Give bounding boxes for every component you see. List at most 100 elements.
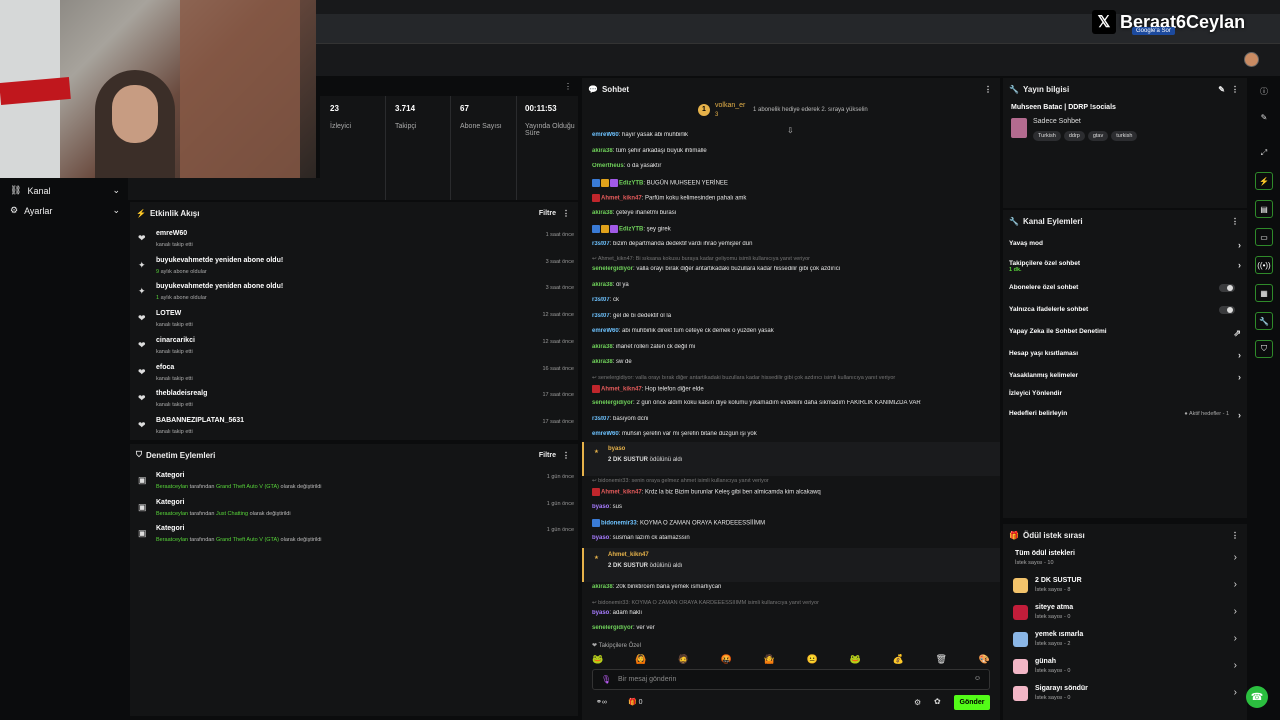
chat-username[interactable]: EdizYTB [619, 180, 643, 186]
chat-username[interactable]: akira38 [592, 344, 613, 350]
chat-message[interactable]: r3st07: basıyom dcni [592, 416, 990, 422]
reward-row[interactable]: Tüm ödül istekleri İstek sayısı - 10 › [1013, 548, 1237, 570]
chat-username[interactable]: akira38 [592, 584, 613, 590]
chat-message[interactable]: senelergidiyor: ver ver [592, 625, 990, 631]
emote-icon[interactable]: 🐸 [850, 654, 861, 666]
emote-icon[interactable]: 💰 [893, 654, 904, 666]
chat-username[interactable]: r3st07 [592, 241, 610, 247]
nav-item-kanal[interactable]: ⛓ Kanal ⌄ [10, 185, 120, 196]
chat-message[interactable]: EdizYTB: BUGÜN MUHSEEN YERİNEE [592, 178, 990, 187]
chat-message[interactable]: r3st07: bizim departmanda dedektif vardı… [592, 241, 990, 247]
chat-message[interactable]: r3st07: gel de bi dedektif ol la [592, 313, 990, 319]
activity-item[interactable]: ❤ BABANNEZIPLATAN_5631 kanalı takip etti 17… [138, 417, 574, 441]
emoji-icon[interactable]: ☺ [974, 675, 981, 682]
shield-icon[interactable]: ⛉ [1255, 340, 1273, 358]
chat-username[interactable]: senelergidiyor [592, 400, 633, 406]
pinned-leaderboard[interactable]: 1 volkan_er 3 1 abonelik hediye ederek 2… [698, 102, 998, 122]
chat-username[interactable]: senelergidiyor [592, 266, 633, 272]
chat-username[interactable]: r3st07 [592, 297, 610, 303]
moderation-item[interactable]: ▣ Kategori Beraatceylan tarafından Grand T… [138, 525, 574, 549]
chat-message[interactable]: r3st07: ck [592, 297, 990, 303]
stream-tag[interactable]: Turkish [1033, 131, 1061, 141]
emote-icon[interactable]: 🎨 [979, 654, 990, 666]
chat-username[interactable]: Ahmet_kikn47 [601, 386, 642, 392]
chat-username[interactable]: emreW60 [592, 431, 619, 437]
stream-tag[interactable]: ddrp [1063, 131, 1085, 141]
avatar[interactable] [1244, 52, 1259, 67]
chat-username[interactable]: bidonemir33 [601, 521, 637, 527]
chat-input[interactable]: 🎙 Bir mesaj gönderin ☺ [592, 669, 990, 690]
chat-message[interactable]: akira38: tüm şehir arkadaşı büyük ihtima… [592, 148, 990, 154]
chat-username[interactable]: byaso [592, 610, 609, 616]
emote-icon[interactable]: 🙆 [635, 654, 646, 666]
mic-icon[interactable]: 🎙 [601, 675, 611, 684]
redeem-user[interactable]: byaso [608, 446, 625, 452]
emote-icon[interactable]: 🧔 [678, 654, 689, 666]
stream-tag[interactable]: gtav [1087, 131, 1109, 141]
activity-item[interactable]: ✦ buyukevahmetde yeniden abone oldu! 9 ayl… [138, 257, 574, 281]
stream-tag[interactable]: turkish [1111, 131, 1138, 141]
chat-message[interactable]: bidonemir33: KOYMA O ZAMAN ORAYA KARDEEE… [592, 519, 990, 527]
toggle-switch[interactable] [1219, 306, 1235, 314]
chat-username[interactable]: byaso [592, 535, 609, 541]
chat-username[interactable]: Ahmet_kikn47 [601, 196, 642, 202]
mod-tools-icon[interactable]: ✿ [934, 697, 941, 706]
channel-action-row[interactable]: Yalnızca ifadelerle sohbet [1009, 306, 1241, 314]
chat-message[interactable]: emreW60: muhsin şerefin var mı şerefin b… [592, 431, 990, 437]
expand-icon[interactable]: ⤢ [1255, 144, 1273, 162]
chat-username[interactable]: akira38 [592, 282, 613, 288]
chat-username[interactable]: akira38 [592, 148, 613, 154]
channel-action-row[interactable]: İzleyici Yönlendir [1009, 390, 1241, 397]
channel-action-row[interactable]: Yapay Zeka ile Sohbet Denetimi ⇗ [1009, 328, 1241, 338]
channel-action-row[interactable]: Takipçilere özel sohbet 1 dk. › [1009, 260, 1241, 273]
toggle-switch[interactable] [1219, 284, 1235, 292]
emote-icon[interactable]: 🗑 [936, 654, 947, 666]
chat-message[interactable]: byaso: susman lazım ck atamazssın [592, 535, 990, 541]
edit-icon[interactable]: ✎ [1255, 108, 1273, 126]
chat-message[interactable]: emreW60: abi muhbirlik direkt tüm ceteye… [592, 328, 990, 334]
chat-username[interactable]: r3st07 [592, 313, 610, 319]
chat-message[interactable]: emreW60: hayır yasak abi muhbirlik [592, 132, 990, 138]
chat-username[interactable]: byaso [592, 504, 609, 510]
activity-item[interactable]: ❤ LOTEW kanalı takip etti 12 saat önce [138, 310, 574, 334]
chat-message[interactable]: akira38: sw de [592, 359, 990, 365]
moderation-filter-button[interactable]: Filtre [539, 452, 556, 459]
chat-icon[interactable]: ▭ [1255, 228, 1273, 246]
nav-item-ayarlar[interactable]: ⚙ Ayarlar ⌄ [10, 205, 120, 216]
points-display[interactable]: ⚭∞ [596, 698, 607, 706]
broadcast-icon[interactable]: ((•)) [1255, 256, 1273, 274]
chat-username[interactable]: akira38 [592, 359, 613, 365]
channel-action-row[interactable]: Abonelere özel sohbet [1009, 284, 1241, 292]
moderation-menu-icon[interactable]: ⋮ [562, 451, 570, 460]
chat-message[interactable]: Omertheus: o da yasaktır [592, 163, 990, 169]
tool-icon[interactable]: 🔧 [1255, 312, 1273, 330]
emote-icon[interactable]: 🐸 [592, 654, 603, 666]
chat-username[interactable]: emreW60 [592, 328, 619, 334]
info-icon[interactable]: ⓘ [1255, 82, 1273, 100]
activity-filter-button[interactable]: Filtre [539, 210, 556, 217]
chat-message[interactable]: akira38: ihanet rolleri zaten ck değil m… [592, 344, 990, 350]
chat-message[interactable]: akira38: 20k biriktircem bana yemek ısma… [592, 584, 990, 590]
channel-action-row[interactable]: Hesap yaşı kısıtlaması › [1009, 350, 1241, 360]
chat-username[interactable]: EdizYTB [619, 227, 643, 233]
activity-menu-icon[interactable]: ⋮ [562, 209, 570, 218]
emote-icon[interactable]: 🤬 [721, 654, 732, 666]
reward-row[interactable]: Sigarayı söndür İstek sayısı - 0 › [1013, 683, 1237, 705]
redeem-user[interactable]: Ahmet_kikn47 [608, 552, 649, 558]
reward-queue-menu-icon[interactable]: ⋮ [1231, 531, 1239, 540]
clipboard-icon[interactable]: ▤ [1255, 200, 1273, 218]
support-button[interactable]: ☎ [1246, 686, 1268, 708]
chat-username[interactable]: senelergidiyor [592, 625, 633, 631]
reward-row[interactable]: 2 DK SUSTUR İstek sayısı - 8 › [1013, 575, 1237, 597]
activity-item[interactable]: ❤ thebladeisrealg kanalı takip etti 17 saat… [138, 390, 574, 414]
moderation-item[interactable]: ▣ Kategori Beraatceylan tarafından Grand T… [138, 472, 574, 496]
chat-message[interactable]: byaso: sus [592, 504, 990, 510]
stats-menu-icon[interactable]: ⋮ [564, 82, 572, 91]
activity-item[interactable]: ❤ emreW60 kanalı takip etti 1 saat önce [138, 230, 574, 254]
channel-actions-menu-icon[interactable]: ⋮ [1231, 217, 1239, 226]
chat-menu-icon[interactable]: ⋮ [984, 85, 992, 94]
bolt-icon[interactable]: ⚡ [1255, 172, 1273, 190]
reward-row[interactable]: siteye atma İstek sayısı - 0 › [1013, 602, 1237, 624]
emote-icon[interactable]: 😐 [807, 654, 818, 666]
chat-message[interactable]: byaso: adam haklı [592, 610, 990, 616]
